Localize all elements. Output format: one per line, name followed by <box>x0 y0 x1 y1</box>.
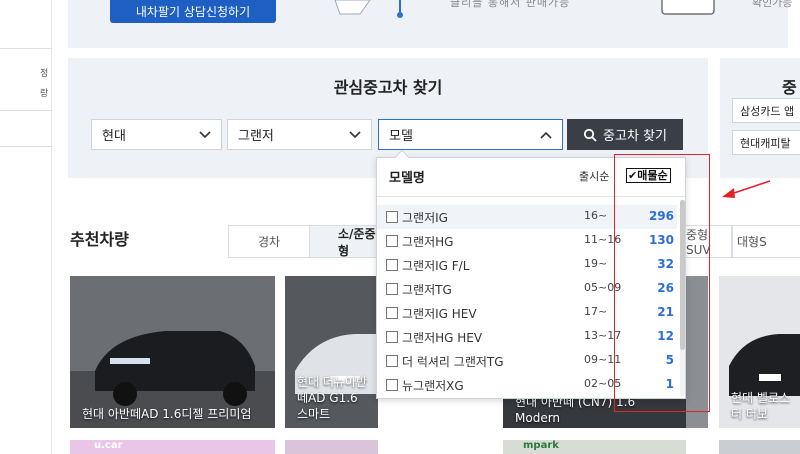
model-years: 19~ <box>584 257 608 270</box>
chevron-up-icon <box>540 131 552 139</box>
find-button-label: 중고차 찾기 <box>603 129 667 144</box>
divider <box>0 48 52 49</box>
car-card[interactable]: 현대 벨로스터 터보 <box>719 276 800 428</box>
divider <box>0 146 52 147</box>
checkbox[interactable] <box>386 211 398 223</box>
dropdown-header: 모델명 <box>389 171 425 186</box>
model-name: 그랜저IG F/L <box>402 259 470 273</box>
bottom-thumb[interactable]: u.car <box>70 440 275 454</box>
car-card[interactable]: 현대 더뉴아반떼AD G1.6 스마트 <box>285 276 378 428</box>
dropdown-caret-icon <box>395 150 409 158</box>
model-name: 뉴그랜저XG <box>402 379 464 393</box>
annotation-arrow-icon <box>722 180 771 198</box>
model-select-value: 모델 <box>389 129 413 144</box>
car-caption: 현대 벨로스터 터보 <box>731 391 791 421</box>
phone-illustration-icon <box>334 0 403 18</box>
model-name: 그랜저HG HEV <box>402 331 483 345</box>
search-panel-title: 관심중고차 찾기 <box>333 78 443 97</box>
offer-item[interactable]: 현대캐피탈 <box>732 130 800 155</box>
model-group-select[interactable]: 그랜저 <box>227 119 372 150</box>
tab-compact[interactable]: 소/준중형 <box>309 225 379 258</box>
sort-by-release[interactable]: 출시순 <box>579 168 609 184</box>
side-offer-title: 중 <box>782 78 797 97</box>
model-name: 더 럭셔리 그랜저TG <box>402 355 504 369</box>
bottom-thumb[interactable]: mpark <box>503 440 686 454</box>
card-illustration-icon <box>661 0 715 15</box>
find-used-car-button[interactable]: 중고차 찾기 <box>567 119 683 150</box>
banner-text: 클리블 통해서 판매가능 <box>450 0 571 9</box>
search-icon <box>583 128 597 142</box>
maker-select-value: 현대 <box>102 129 126 144</box>
bottom-thumb[interactable] <box>285 440 378 454</box>
model-select[interactable]: 모델 <box>378 119 563 150</box>
annotation-highlight-box <box>614 154 710 412</box>
checkbox[interactable] <box>386 331 398 343</box>
tab-large-suv[interactable]: 대형S <box>732 225 800 257</box>
divider <box>0 110 52 111</box>
checkbox[interactable] <box>386 379 398 391</box>
model-years: 16~ <box>584 209 608 222</box>
chevron-down-icon <box>349 131 361 139</box>
checkbox[interactable] <box>386 283 398 295</box>
car-card[interactable]: 현대 아반떼AD 1.6디젤 프리미엄 <box>70 276 275 428</box>
banner-text: 확인가능 <box>752 0 793 9</box>
bottom-thumb-label: u.car <box>94 440 123 451</box>
model-name: 그랜저TG <box>402 283 452 297</box>
model-years: 17~ <box>584 305 608 318</box>
bottom-thumb[interactable] <box>719 440 800 454</box>
checkbox[interactable] <box>386 259 398 271</box>
model-name: 그랜저IG <box>402 211 448 225</box>
recommend-title: 추천차량 <box>70 230 129 249</box>
model-name: 그랜저IG HEV <box>402 307 477 321</box>
offer-item[interactable]: 삼성카드 앱 <box>732 98 800 123</box>
checkbox[interactable] <box>386 235 398 247</box>
checkbox[interactable] <box>386 355 398 367</box>
left-side-panel: 정 랑 <box>0 0 52 454</box>
car-caption: 현대 더뉴아반떼AD G1.6 스마트 <box>297 375 368 421</box>
maker-select[interactable]: 현대 <box>91 119 222 150</box>
model-group-select-value: 그랜저 <box>238 129 274 144</box>
tab-light-car[interactable]: 경차 <box>228 225 310 257</box>
bottom-thumb-label: mpark <box>523 440 559 451</box>
checkbox[interactable] <box>386 307 398 319</box>
car-caption: 현대 아반떼AD 1.6디젤 프리미엄 <box>82 407 252 421</box>
consult-request-button[interactable]: 내차팔기 상담신청하기 <box>110 0 276 23</box>
model-name: 그랜저HG <box>402 235 454 249</box>
chevron-down-icon <box>199 131 211 139</box>
